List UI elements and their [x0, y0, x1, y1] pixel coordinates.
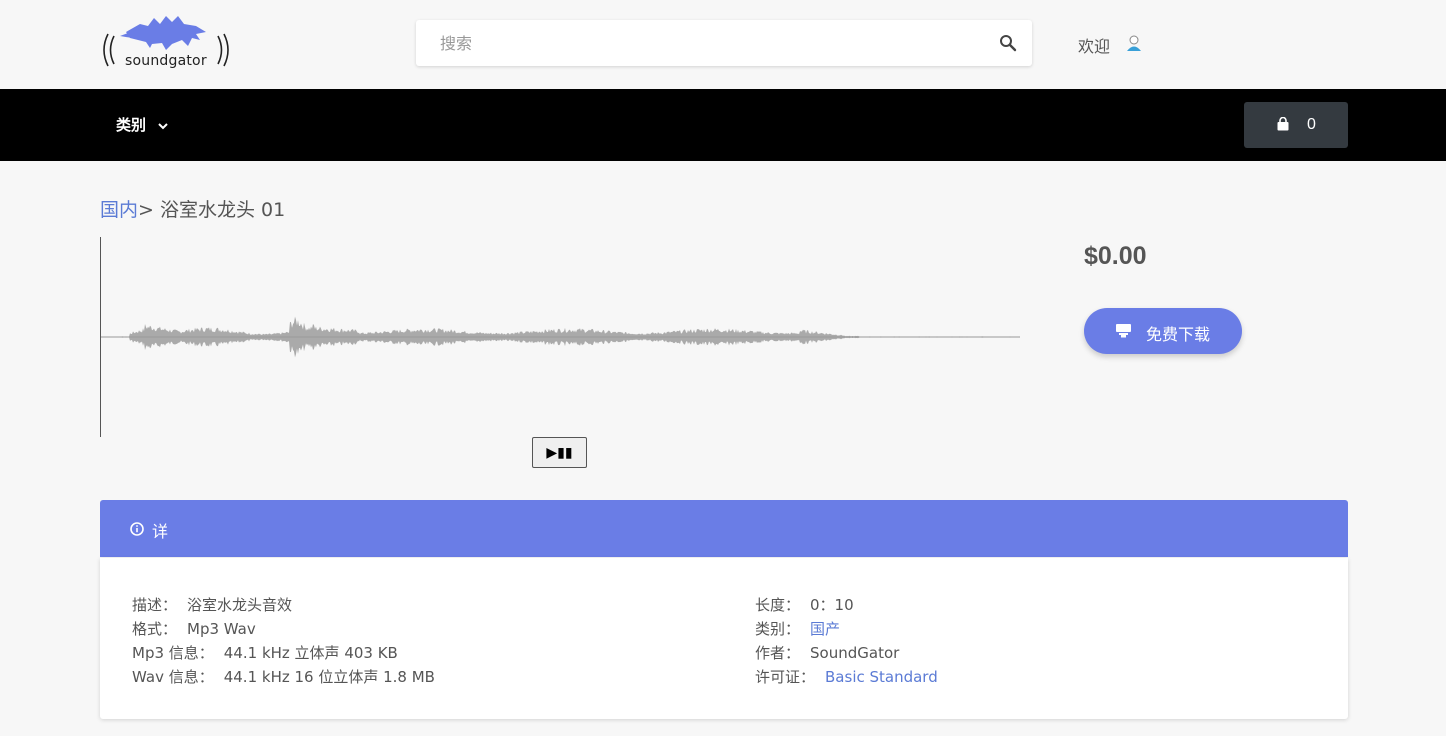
search-icon[interactable] — [998, 33, 1018, 53]
detail-wav-info: Wav 信息： 44.1 kHz 16 位立体声 1.8 MB — [132, 666, 435, 687]
play-pause-button[interactable]: ▶▮▮ — [532, 437, 587, 468]
detail-mp3-info: Mp3 信息： 44.1 kHz 立体声 403 KB — [132, 642, 398, 663]
details-panel-body: 描述： 浴室水龙头音效 格式： Mp3 Wav Mp3 信息： 44.1 kHz 立体… — [100, 558, 1348, 719]
user-avatar-icon[interactable] — [1126, 34, 1142, 52]
detail-format: 格式： Mp3 Wav — [132, 618, 256, 639]
download-label: 免费下载 — [1146, 325, 1211, 344]
detail-author: 作者： SoundGator — [755, 642, 899, 663]
logo-text: soundgator — [125, 53, 207, 69]
soundgator-logo[interactable]: soundgator — [96, 10, 236, 74]
breadcrumb: 国内> 浴室水龙头 01 — [100, 195, 285, 222]
detail-value: 44.1 kHz 立体声 403 KB — [223, 644, 398, 662]
search-input[interactable] — [416, 20, 986, 66]
detail-key: 长度： — [755, 596, 801, 614]
header: soundgator 欢迎 — [0, 0, 1446, 89]
detail-value: 0：10 — [810, 596, 854, 614]
waveform[interactable] — [100, 237, 1020, 437]
detail-key: Mp3 信息： — [132, 644, 214, 662]
detail-key: 作者： — [755, 644, 801, 662]
welcome-text: 欢迎 — [1078, 37, 1111, 56]
price: $0.00 — [1084, 242, 1147, 270]
detail-value: Mp3 Wav — [187, 620, 256, 638]
breadcrumb-current: 浴室水龙头 01 — [159, 199, 286, 221]
breadcrumb-parent-link[interactable]: 国内 — [100, 199, 138, 221]
detail-key: Wav 信息： — [132, 668, 214, 686]
download-icon — [1116, 324, 1131, 338]
category-link[interactable]: 国产 — [810, 620, 840, 638]
detail-description: 描述： 浴室水龙头音效 — [132, 594, 292, 615]
detail-length: 长度： 0：10 — [755, 594, 854, 615]
playhead-cursor[interactable] — [100, 237, 101, 437]
detail-license: 许可证： Basic Standard — [755, 666, 938, 687]
free-download-button[interactable]: 免费下载 — [1084, 308, 1242, 354]
cart-button[interactable]: 0 — [1244, 102, 1348, 148]
category-label: 类别 — [116, 116, 147, 134]
search-box — [416, 20, 1032, 66]
info-icon — [130, 522, 144, 536]
detail-value: SoundGator — [810, 644, 900, 662]
license-link[interactable]: Basic Standard — [825, 668, 938, 686]
waveform-graph — [100, 316, 1020, 358]
detail-key: 格式： — [132, 620, 178, 638]
detail-value: 44.1 kHz 16 位立体声 1.8 MB — [223, 668, 435, 686]
cart-count: 0 — [1307, 116, 1316, 133]
detail-value: 浴室水龙头音效 — [187, 596, 293, 614]
detail-key: 描述： — [132, 596, 178, 614]
detail-category: 类别： 国产 — [755, 618, 840, 639]
detail-key: 许可证： — [755, 668, 816, 686]
chevron-down-icon — [158, 122, 168, 129]
shopping-bag-icon — [1277, 117, 1289, 131]
category-menu[interactable]: 类别 — [116, 114, 169, 135]
breadcrumb-separator: > — [138, 199, 154, 221]
navbar: 类别 0 — [0, 89, 1446, 161]
details-title: 详 — [152, 522, 169, 541]
detail-key: 类别： — [755, 620, 801, 638]
details-panel-header: 详 — [100, 500, 1348, 557]
